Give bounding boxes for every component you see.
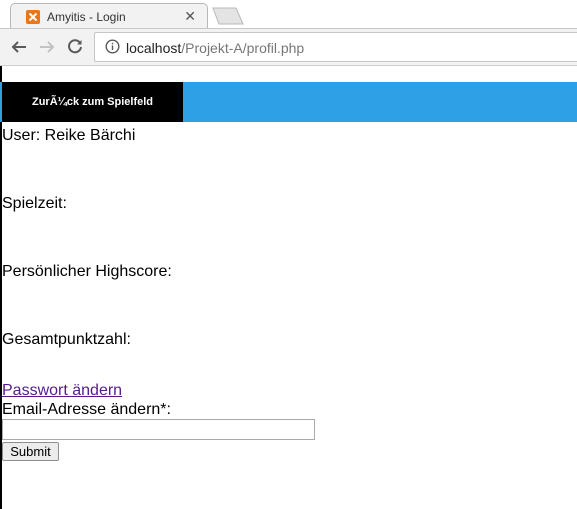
url-path: /Projekt-A/profil.php	[181, 40, 305, 56]
url-host: localhost	[126, 40, 182, 56]
tab-title: Amyitis - Login	[47, 10, 126, 24]
info-icon[interactable]	[105, 39, 120, 54]
browser-toolbar: localhost/Projekt-A/profil.php	[0, 29, 577, 66]
playtime-label: Spielzeit:	[2, 195, 67, 212]
new-tab-button[interactable]	[212, 7, 244, 25]
address-bar[interactable]: localhost/Projekt-A/profil.php	[94, 32, 577, 62]
highscore-label: Persönlicher Highscore:	[2, 263, 172, 280]
xampp-favicon-icon	[26, 10, 40, 24]
email-change-label: Email-Adresse ändern*:	[2, 401, 171, 418]
submit-button[interactable]: Submit	[2, 442, 59, 461]
forward-arrow-icon[interactable]	[38, 38, 56, 56]
email-input[interactable]	[2, 419, 315, 440]
reload-icon[interactable]	[66, 38, 84, 56]
user-line: User: Reike Bärchi	[2, 127, 136, 144]
page-navbar: ZurÃ¼ck zum Spielfeld	[0, 82, 577, 122]
tab-close-icon[interactable]: ✕	[184, 8, 196, 24]
back-to-field-label: ZurÃ¼ck zum Spielfeld	[31, 96, 154, 108]
back-to-field-button[interactable]: ZurÃ¼ck zum Spielfeld	[2, 82, 183, 122]
browser-tab[interactable]: Amyitis - Login ✕	[10, 3, 208, 29]
browser-tabstrip: Amyitis - Login ✕	[0, 0, 577, 29]
back-arrow-icon[interactable]	[10, 38, 28, 56]
change-password-link[interactable]: Passwort ändern	[2, 382, 122, 400]
url-text[interactable]: localhost/Projekt-A/profil.php	[126, 40, 304, 56]
total-points-label: Gesamtpunktzahl:	[2, 331, 131, 348]
